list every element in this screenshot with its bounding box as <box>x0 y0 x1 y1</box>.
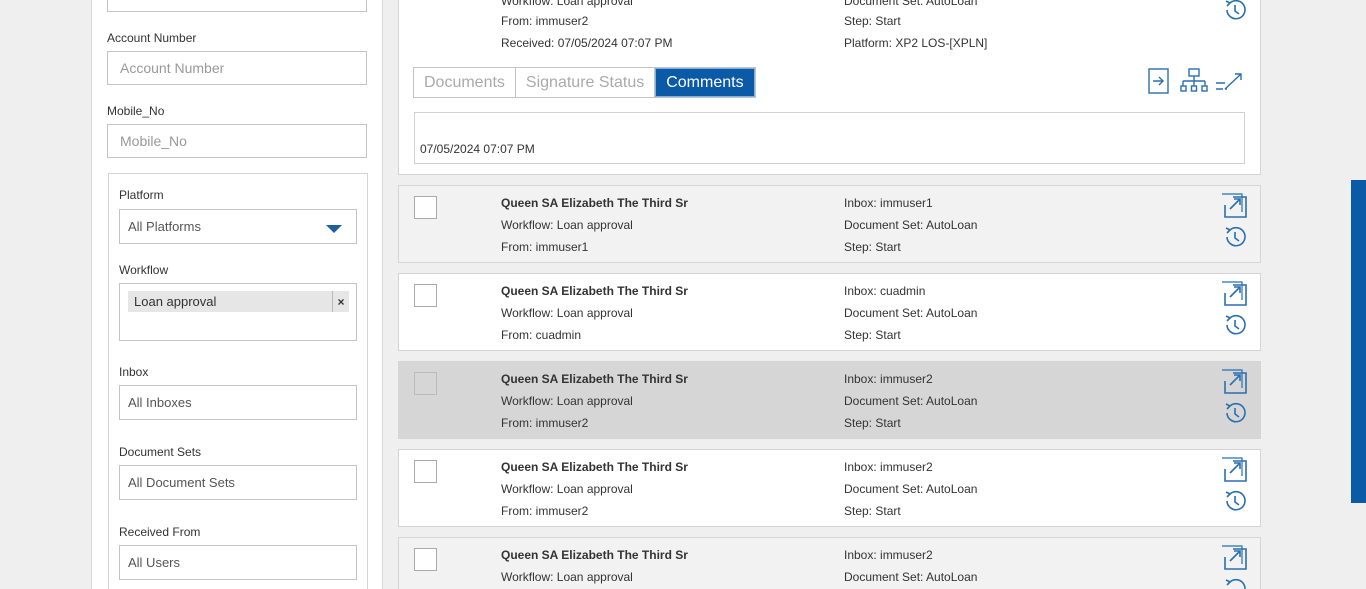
item-tabs: Documents Signature Status Comments <box>413 67 756 98</box>
item-name: Queen SA Elizabeth The Third Sr <box>501 460 688 474</box>
full-name-input[interactable]: Full Name <box>107 0 367 12</box>
workflow-tree-icon[interactable] <box>1180 68 1208 94</box>
item-checkbox[interactable] <box>414 460 437 483</box>
list-item[interactable]: Queen SA Elizabeth The Third Sr Workflow… <box>398 273 1261 351</box>
item-step: Step: Start <box>844 504 901 518</box>
item-from: From: immuser1 <box>501 240 589 254</box>
received-from-placeholder: All Users <box>128 555 181 570</box>
list-item[interactable]: Queen SA Elizabeth The Third Sr Workflow… <box>398 449 1261 527</box>
platform-select[interactable]: All Platforms <box>119 209 357 244</box>
item-inbox: Inbox: cuadmin <box>844 284 926 298</box>
docsets-select[interactable]: All Document Sets <box>119 465 357 500</box>
item-checkbox[interactable] <box>414 196 437 219</box>
item-workflow: Workflow: Loan approval <box>501 394 633 408</box>
history-icon[interactable] <box>1222 0 1248 23</box>
open-external-icon[interactable] <box>1221 281 1249 309</box>
item-workflow: Workflow: Loan approval <box>501 0 633 8</box>
item-step: Step: Start <box>844 240 901 254</box>
item-docset: Document Set: AutoLoan <box>844 0 978 8</box>
item-inbox: Inbox: immuser2 <box>844 460 933 474</box>
workflow-label: Workflow <box>119 263 169 277</box>
history-icon[interactable] <box>1222 576 1248 589</box>
filter-panel: Full Name Account Number Account Number … <box>91 0 383 589</box>
item-name: Queen SA Elizabeth The Third Sr <box>501 284 688 298</box>
open-external-icon[interactable] <box>1221 193 1249 221</box>
account-number-label: Account Number <box>107 31 197 45</box>
workflow-multiselect[interactable]: Loan approval × <box>119 283 357 341</box>
workflow-tag-label: Loan approval <box>134 294 217 309</box>
item-name: Queen SA Elizabeth The Third Sr <box>501 196 688 210</box>
item-step: Step: Start <box>844 14 901 28</box>
item-from: From: immuser2 <box>501 14 589 28</box>
item-checkbox[interactable] <box>414 372 437 395</box>
platform-label: Platform <box>119 188 164 202</box>
inbox-label: Inbox <box>119 365 149 379</box>
item-docset: Document Set: AutoLoan <box>844 482 978 496</box>
comments-panel: 07/05/2024 07:07 PM <box>414 112 1245 164</box>
received-from-label: Received From <box>119 525 201 539</box>
tab-comments[interactable]: Comments <box>655 68 755 97</box>
platform-value: All Platforms <box>128 219 201 234</box>
item-inbox: Inbox: immuser2 <box>844 372 933 386</box>
open-external-icon[interactable] <box>1221 457 1249 485</box>
inbox-select[interactable]: All Inboxes <box>119 385 357 420</box>
workflow-tag: Loan approval × <box>128 291 349 312</box>
item-checkbox[interactable] <box>414 284 437 307</box>
item-inbox: Inbox: immuser2 <box>844 548 933 562</box>
export-icon[interactable] <box>1148 68 1170 94</box>
history-icon[interactable] <box>1222 312 1248 338</box>
item-received: Received: 07/05/2024 07:07 PM <box>501 36 673 50</box>
advanced-filter-box: Platform All Platforms Workflow Loan app… <box>108 173 368 589</box>
close-icon[interactable]: × <box>332 291 349 312</box>
open-external-icon[interactable] <box>1221 369 1249 397</box>
item-docset: Document Set: AutoLoan <box>844 394 978 408</box>
item-step: Step: Start <box>844 416 901 430</box>
list-item[interactable]: Queen SA Elizabeth The Third Sr Workflow… <box>398 185 1261 263</box>
history-icon[interactable] <box>1222 224 1248 250</box>
list-item-selected[interactable]: Queen SA Elizabeth The Third Sr Workflow… <box>398 361 1261 439</box>
history-icon[interactable] <box>1222 488 1248 514</box>
open-external-icon[interactable] <box>1221 545 1249 573</box>
item-from: From: cuadmin <box>501 328 582 342</box>
item-checkbox[interactable] <box>414 548 437 571</box>
account-number-input[interactable]: Account Number <box>107 51 367 85</box>
item-step: Step: Start <box>844 328 901 342</box>
item-workflow: Workflow: Loan approval <box>501 218 633 232</box>
mobile-input[interactable]: Mobile_No <box>107 124 367 158</box>
side-panel-tab[interactable] <box>1351 180 1366 503</box>
item-from: From: immuser2 <box>501 416 589 430</box>
item-workflow: Workflow: Loan approval <box>501 306 633 320</box>
history-icon[interactable] <box>1222 400 1248 426</box>
tab-signature-status[interactable]: Signature Status <box>515 68 656 97</box>
mobile-label: Mobile_No <box>107 104 165 118</box>
item-inbox: Inbox: immuser1 <box>844 196 933 210</box>
item-docset: Document Set: AutoLoan <box>844 570 978 584</box>
comment-timestamp: 07/05/2024 07:07 PM <box>420 142 535 156</box>
item-docset: Document Set: AutoLoan <box>844 306 978 320</box>
item-docset: Document Set: AutoLoan <box>844 218 978 232</box>
item-name: Queen SA Elizabeth The Third Sr <box>501 548 688 562</box>
item-workflow: Workflow: Loan approval <box>501 482 633 496</box>
docsets-placeholder: All Document Sets <box>128 475 235 490</box>
inbox-placeholder: All Inboxes <box>128 395 192 410</box>
received-from-select[interactable]: All Users <box>119 545 357 580</box>
tab-documents[interactable]: Documents <box>414 68 516 97</box>
item-workflow: Workflow: Loan approval <box>501 570 633 584</box>
list-item[interactable]: Queen SA Elizabeth The Third Sr Workflow… <box>398 537 1261 589</box>
item-name: Queen SA Elizabeth The Third Sr <box>501 372 688 386</box>
item-platform: Platform: XP2 LOS-[XPLN] <box>844 36 988 50</box>
docsets-label: Document Sets <box>119 445 202 459</box>
chevron-down-icon <box>326 225 342 233</box>
item-from: From: immuser2 <box>501 504 589 518</box>
route-icon[interactable] <box>1215 70 1245 92</box>
